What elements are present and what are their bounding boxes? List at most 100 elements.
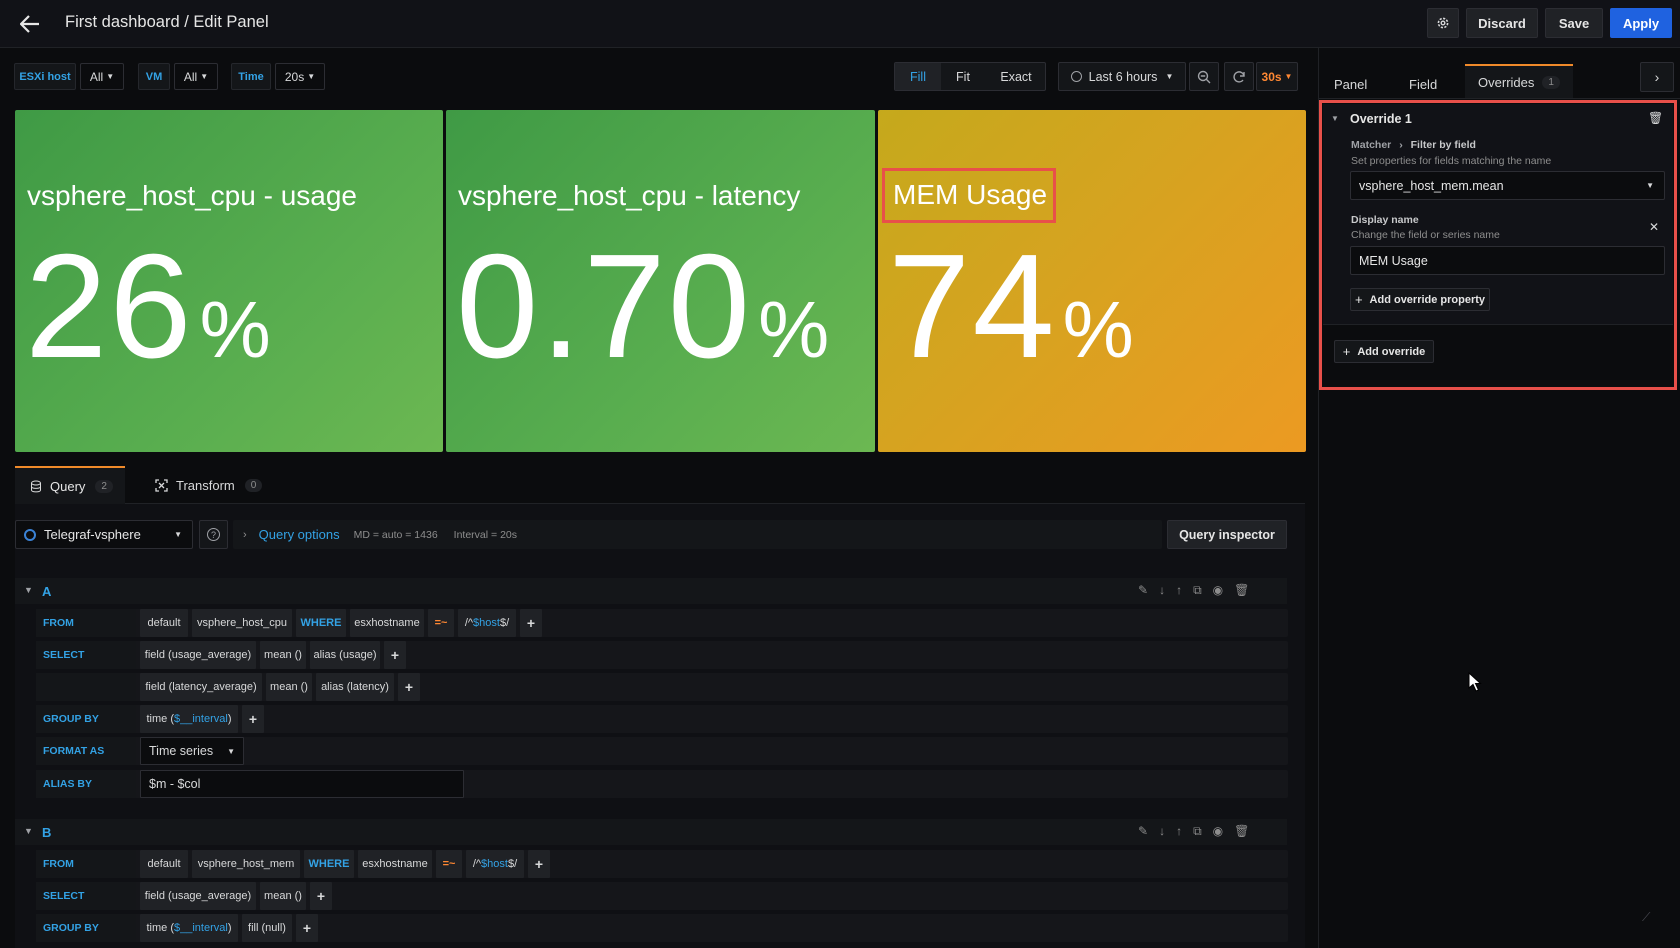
- stat-value-number: 0.70: [456, 224, 753, 389]
- refresh-button[interactable]: [1224, 62, 1254, 91]
- group-by-fill[interactable]: fill (null): [242, 914, 292, 942]
- from-measurement[interactable]: vsphere_host_mem: [192, 850, 300, 878]
- add-select-button[interactable]: +: [384, 641, 406, 669]
- where-value[interactable]: /^ $host $/: [458, 609, 516, 637]
- query-inspector-button[interactable]: Query inspector: [1167, 520, 1287, 549]
- tab-overrides[interactable]: Overrides 1: [1465, 64, 1573, 98]
- view-fill-button[interactable]: Fill: [895, 63, 941, 90]
- trash-icon[interactable]: 🗑: [1234, 583, 1249, 599]
- group-by-time[interactable]: time ($__interval): [140, 914, 238, 942]
- tab-field[interactable]: Field: [1409, 70, 1437, 98]
- stat-value-number: 74: [888, 224, 1057, 389]
- tab-query[interactable]: Query 2: [15, 466, 125, 504]
- arrow-up-icon[interactable]: ↑: [1176, 824, 1182, 840]
- query-id-a: A: [42, 584, 52, 599]
- datasource-name: Telegraf-vsphere: [44, 527, 141, 542]
- copy-icon[interactable]: ⧉: [1193, 824, 1202, 840]
- where-operator[interactable]: =~: [428, 609, 454, 637]
- view-fit-button[interactable]: Fit: [941, 63, 985, 90]
- add-override-property-button[interactable]: + Add override property: [1350, 288, 1490, 311]
- var-select-vm[interactable]: All ▼: [174, 63, 218, 90]
- select-field[interactable]: field (latency_average): [140, 673, 262, 701]
- where-value-prefix: /^: [472, 858, 482, 870]
- collapse-pane-button[interactable]: ›: [1640, 62, 1674, 92]
- add-group-by-button[interactable]: +: [296, 914, 318, 942]
- zoom-out-button[interactable]: [1189, 62, 1219, 91]
- chevron-right-icon: ›: [1654, 69, 1660, 85]
- tab-overrides-count: 1: [1542, 75, 1560, 89]
- select-alias[interactable]: alias (latency): [316, 673, 394, 701]
- add-override-button[interactable]: + Add override: [1334, 340, 1434, 363]
- var-select-esxi-host[interactable]: All ▼: [80, 63, 124, 90]
- resize-handle-icon[interactable]: ⟋: [1642, 910, 1650, 925]
- apply-button[interactable]: Apply: [1610, 8, 1672, 38]
- pencil-icon[interactable]: ✎: [1138, 824, 1148, 840]
- pencil-icon[interactable]: ✎: [1138, 583, 1148, 599]
- arrow-down-icon[interactable]: ↓: [1159, 824, 1165, 840]
- where-operator[interactable]: =~: [436, 850, 462, 878]
- where-value[interactable]: /^ $host $/: [466, 850, 524, 878]
- arrow-down-icon[interactable]: ↓: [1159, 583, 1165, 599]
- settings-button[interactable]: [1427, 8, 1459, 38]
- select-aggregation[interactable]: mean (): [260, 882, 306, 910]
- close-icon[interactable]: ✕: [1649, 220, 1659, 234]
- var-label-vm: VM: [138, 63, 170, 90]
- select-field[interactable]: field (usage_average): [140, 641, 256, 669]
- tab-transform[interactable]: Transform 0: [155, 466, 275, 504]
- from-database[interactable]: default: [140, 850, 188, 878]
- stat-value-unit: %: [758, 285, 832, 374]
- where-value-suffix: $/: [507, 858, 518, 870]
- back-arrow-icon[interactable]: [18, 12, 42, 36]
- datasource-picker[interactable]: Telegraf-vsphere ▼: [15, 520, 193, 549]
- add-select-button[interactable]: +: [398, 673, 420, 701]
- matcher-field-select[interactable]: vsphere_host_mem.mean ▼: [1350, 171, 1665, 200]
- eye-icon[interactable]: ◉: [1213, 824, 1223, 840]
- add-select-button[interactable]: +: [310, 882, 332, 910]
- collapse-icon[interactable]: ▼: [1331, 114, 1339, 123]
- add-group-by-button[interactable]: +: [242, 705, 264, 733]
- trash-icon[interactable]: 🗑: [1234, 824, 1249, 840]
- from-measurement[interactable]: vsphere_host_cpu: [192, 609, 292, 637]
- from-database[interactable]: default: [140, 609, 188, 637]
- help-button[interactable]: ?: [199, 520, 228, 549]
- view-exact-button[interactable]: Exact: [985, 63, 1047, 90]
- select-alias[interactable]: alias (usage): [310, 641, 380, 669]
- format-as-keyword: FORMAT AS: [36, 737, 136, 765]
- refresh-interval-picker[interactable]: 30s ▼: [1256, 62, 1298, 91]
- collapse-icon[interactable]: ▼: [24, 826, 33, 836]
- copy-icon[interactable]: ⧉: [1193, 583, 1202, 599]
- query-header-a[interactable]: [15, 578, 1287, 604]
- stat-value-number: 26: [25, 224, 194, 389]
- where-key[interactable]: esxhostname: [350, 609, 424, 637]
- query-b-from-row: FROM default vsphere_host_mem WHERE esxh…: [36, 850, 1288, 878]
- query-options-bar[interactable]: › Query options MD = auto = 1436 Interva…: [233, 520, 1162, 549]
- time-range-picker[interactable]: Last 6 hours ▼: [1058, 62, 1186, 91]
- alias-by-input[interactable]: $m - $col: [140, 770, 464, 798]
- select-aggregation[interactable]: mean (): [266, 673, 312, 701]
- eye-icon[interactable]: ◉: [1213, 583, 1223, 599]
- format-as-select[interactable]: Time series ▼: [140, 737, 244, 765]
- where-key[interactable]: esxhostname: [358, 850, 432, 878]
- add-override-label: Add override: [1357, 345, 1426, 358]
- arrow-up-icon[interactable]: ↑: [1176, 583, 1182, 599]
- add-where-button[interactable]: +: [520, 609, 542, 637]
- delete-override-icon[interactable]: 🗑: [1648, 111, 1663, 125]
- collapse-icon[interactable]: ▼: [24, 585, 33, 595]
- stat-panel-mem-usage[interactable]: MEM Usage 74%: [878, 110, 1306, 452]
- select-aggregation[interactable]: mean (): [260, 641, 306, 669]
- query-header-b[interactable]: [15, 819, 1287, 845]
- matcher-description: Set properties for fields matching the n…: [1351, 155, 1552, 167]
- discard-button[interactable]: Discard: [1466, 8, 1538, 38]
- select-field[interactable]: field (usage_average): [140, 882, 256, 910]
- tab-panel[interactable]: Panel: [1334, 70, 1367, 98]
- add-where-button[interactable]: +: [528, 850, 550, 878]
- add-override-property-label: Add override property: [1369, 293, 1486, 306]
- group-by-time[interactable]: time ($__interval): [140, 705, 238, 733]
- display-name-input[interactable]: MEM Usage: [1350, 246, 1665, 275]
- save-button[interactable]: Save: [1545, 8, 1603, 38]
- transform-icon: [155, 478, 168, 492]
- stat-panel-cpu-usage[interactable]: vsphere_host_cpu - usage 26%: [15, 110, 443, 452]
- stat-panel-cpu-latency[interactable]: vsphere_host_cpu - latency 0.70%: [446, 110, 875, 452]
- var-select-time[interactable]: 20s ▼: [275, 63, 325, 90]
- plus-icon: +: [1354, 292, 1363, 307]
